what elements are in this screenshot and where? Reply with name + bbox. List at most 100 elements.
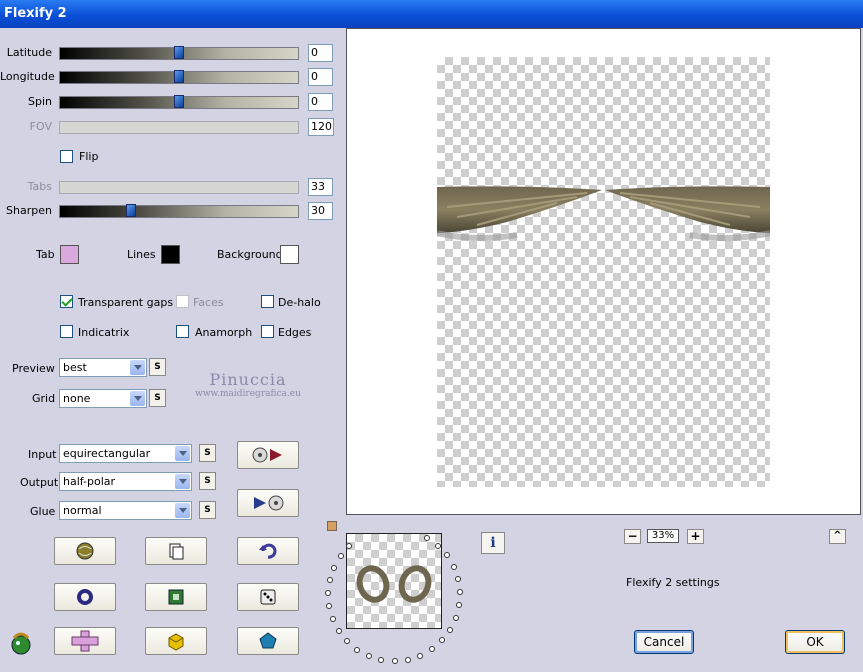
navigator-ring-dot[interactable] — [378, 656, 385, 663]
navigator-ring-dot[interactable] — [438, 637, 445, 644]
output-s-button[interactable]: S — [199, 472, 216, 490]
edges-checkbox[interactable] — [261, 325, 274, 338]
navigator-ring-dot[interactable] — [456, 589, 463, 596]
fov-label: FOV — [29, 120, 52, 133]
sharpen-value-field[interactable]: 30 — [308, 202, 333, 220]
navigator-ring-dot[interactable] — [343, 638, 350, 645]
glue-select[interactable]: normal — [59, 501, 192, 520]
transparent-gaps-checkbox[interactable] — [60, 295, 73, 308]
lines-color-swatch[interactable] — [161, 245, 180, 264]
zoom-in-button[interactable]: + — [687, 529, 704, 544]
glue-s-button[interactable]: S — [199, 501, 216, 519]
preview-pane[interactable] — [346, 28, 861, 515]
background-color-label: Background — [217, 248, 283, 261]
watermark-url: www.maidiregrafica.eu — [195, 389, 301, 399]
latitude-slider-thumb[interactable] — [174, 46, 184, 59]
chevron-down-icon — [130, 360, 145, 375]
navigator-ring-dot[interactable] — [456, 602, 463, 609]
longitude-value-field[interactable]: 0 — [308, 68, 333, 86]
chevron-down-icon — [130, 391, 145, 406]
output-label: Output — [20, 476, 59, 489]
navigator-ring-dot[interactable] — [428, 646, 435, 653]
navigator-ring-dot[interactable] — [404, 656, 411, 663]
zoom-out-button[interactable]: − — [624, 529, 641, 544]
pentagon-tool-button[interactable] — [237, 627, 299, 655]
collapse-button[interactable]: ^ — [829, 529, 846, 544]
navigator-ring-dot[interactable] — [443, 552, 450, 559]
undo-button[interactable] — [237, 537, 299, 565]
flip-checkbox[interactable] — [60, 150, 73, 163]
tab-color-swatch[interactable] — [60, 245, 79, 264]
longitude-slider-thumb[interactable] — [174, 70, 184, 83]
cancel-button[interactable]: Cancel — [634, 630, 694, 654]
chevron-down-icon — [175, 474, 190, 489]
input-label: Input — [28, 448, 57, 461]
preview-select[interactable]: best — [59, 358, 147, 377]
latitude-value-field[interactable]: 0 — [308, 44, 333, 62]
de-halo-checkbox[interactable] — [261, 295, 274, 308]
spin-value-field[interactable]: 0 — [308, 93, 333, 111]
background-color-swatch[interactable] — [280, 245, 299, 264]
input-select[interactable]: equirectangular — [59, 444, 192, 463]
navigator-ring-dot[interactable] — [424, 534, 430, 541]
half-polar-render — [437, 186, 770, 242]
spin-label: Spin — [28, 95, 52, 108]
longitude-slider[interactable] — [59, 70, 299, 84]
navigator-ring-dot[interactable] — [391, 657, 398, 664]
tabs-slider[interactable] — [59, 181, 299, 194]
ring-icon — [77, 589, 93, 605]
faces-checkbox[interactable] — [176, 295, 189, 308]
dice-button[interactable] — [237, 583, 299, 611]
ring-tool-button[interactable] — [54, 583, 116, 611]
save-output-button[interactable] — [237, 489, 299, 517]
random-tool-button[interactable] — [54, 537, 116, 565]
latitude-label: Latitude — [6, 46, 52, 59]
glue-value: normal — [63, 504, 102, 517]
frame-tool-button[interactable] — [145, 583, 207, 611]
preview-canvas — [437, 57, 770, 487]
frame-icon — [168, 589, 184, 605]
navigator-ring-dot[interactable] — [354, 646, 361, 653]
fov-value-field[interactable]: 120 — [308, 118, 334, 136]
navigator-ring-dot[interactable] — [330, 564, 337, 571]
ok-button[interactable]: OK — [785, 630, 845, 654]
sharpen-slider-thumb[interactable] — [126, 204, 137, 217]
navigator-ring-dot[interactable] — [365, 652, 372, 659]
navigator-ring-dot[interactable] — [450, 563, 457, 570]
globe-icon — [76, 542, 94, 560]
navigator-ring-dot[interactable] — [446, 626, 453, 633]
navigator-ring-dot[interactable] — [434, 542, 441, 549]
cube-tool-button[interactable] — [145, 627, 207, 655]
copy-button[interactable] — [145, 537, 207, 565]
sharpen-slider[interactable] — [59, 204, 299, 218]
navigator-thumbnail[interactable] — [346, 533, 442, 629]
navigator-handle[interactable] — [327, 521, 337, 531]
preview-value: best — [63, 361, 87, 374]
load-input-button[interactable] — [237, 441, 299, 469]
navigator-ring-dot[interactable] — [329, 616, 336, 623]
tabs-value-field[interactable]: 33 — [308, 178, 333, 196]
spin-slider[interactable] — [59, 95, 299, 109]
navigator-ring-dot[interactable] — [325, 590, 332, 597]
navigator-ring-dot[interactable] — [326, 577, 333, 584]
fov-slider[interactable] — [59, 121, 299, 134]
navigator-ring-dot[interactable] — [455, 576, 462, 583]
cross-tool-button[interactable] — [54, 627, 116, 655]
output-select[interactable]: half-polar — [59, 472, 192, 491]
navigator-ring-dot[interactable] — [452, 615, 459, 622]
navigator-ring-dot[interactable] — [326, 603, 332, 610]
input-s-button[interactable]: S — [199, 444, 216, 462]
indicatrix-checkbox[interactable] — [60, 325, 73, 338]
anamorph-label: Anamorph — [195, 326, 253, 339]
latitude-slider[interactable] — [59, 46, 299, 60]
navigator-ring-dot[interactable] — [337, 553, 344, 560]
indicatrix-label: Indicatrix — [78, 326, 130, 339]
grid-s-button[interactable]: S — [149, 389, 166, 407]
grid-select[interactable]: none — [59, 389, 147, 408]
navigator-ring-dot[interactable] — [417, 652, 424, 659]
anamorph-checkbox[interactable] — [176, 325, 189, 338]
navigator-ring-dot[interactable] — [335, 627, 342, 634]
spin-slider-thumb[interactable] — [174, 95, 184, 108]
preview-s-button[interactable]: S — [149, 358, 166, 376]
info-button[interactable]: i — [481, 532, 505, 554]
